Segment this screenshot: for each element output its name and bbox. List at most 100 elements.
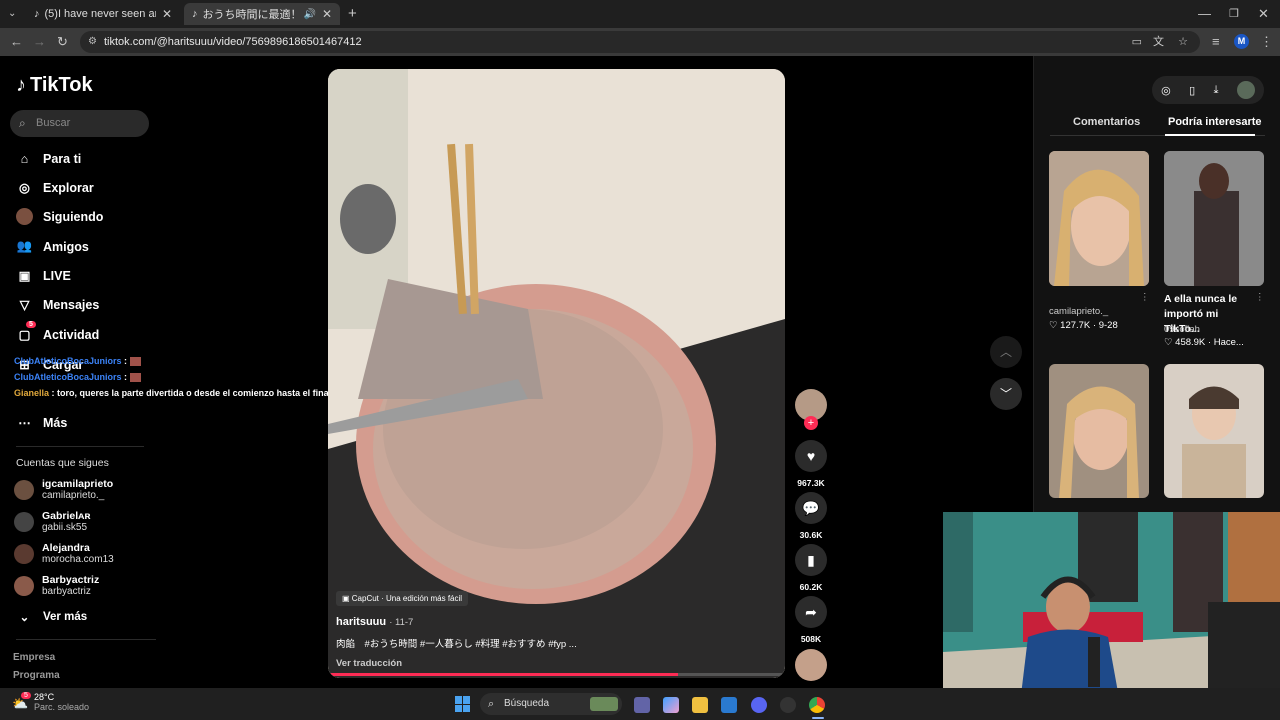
followed-account[interactable]: Gabrielᴀʀ gabii.sk55 [14,510,91,533]
nav-siguiendo[interactable]: Siguiendo [16,208,103,225]
cast-icon[interactable]: ▭ [1132,31,1142,53]
site-info-icon[interactable]: ⚙ [88,31,97,53]
nav-para-ti[interactable]: ⌂ Para ti [16,150,82,167]
avatar [14,511,34,532]
next-video-button[interactable]: ﹀ [990,378,1022,410]
chrome-icon[interactable] [809,697,825,713]
address-bar[interactable]: ⚙ tiktok.com/@haritsuuu/video/7569896186… [80,31,1200,53]
search-input[interactable]: ⌕ Buscar [10,110,149,137]
search-highlight-icon [590,697,618,711]
browser-tab-bar: ⌄ ♪ (5)I have never seen anything li ✕ ♪… [0,0,1280,28]
reload-icon[interactable]: ↻ [57,32,68,52]
following-icon [16,208,33,225]
active-tab-indicator [1165,134,1255,136]
nav-label: Mensajes [43,297,100,312]
avatar[interactable] [1236,81,1255,99]
share-icon: ➦ [795,596,827,628]
footer-link[interactable]: Programa [13,670,60,681]
nav-live[interactable]: ▣ LIVE [16,267,71,284]
card-likes: 127.7K [1060,320,1091,331]
chat-sep: : [124,372,128,382]
forward-icon[interactable]: → [33,32,46,52]
nav-explorar[interactable]: ◎ Explorar [16,179,94,196]
avatar [14,479,34,500]
taskbar-search[interactable]: ⌕ Búsqueda [480,693,622,715]
discord-icon[interactable] [751,697,767,713]
nav-amigos[interactable]: 👥 Amigos [16,238,89,255]
nav-mas[interactable]: ⋯ Más [16,414,67,431]
video-caption: 肉餡 #おうち時間 #一人暮らし #料理 #おすすめ #fyp ... [336,639,577,650]
bookmark-star-icon[interactable]: ☆ [1178,31,1188,53]
maximize-icon[interactable]: ❐ [1229,4,1239,24]
nav-label: Actividad [43,327,100,342]
video-thumbnail[interactable] [1049,364,1149,498]
download-icon[interactable]: ⤓ [1214,84,1219,97]
tab-recommended[interactable]: Podría interesarte [1168,116,1262,128]
followed-account[interactable]: Alejandra morocha.com13 [14,542,114,565]
tab-tiktok[interactable]: ♪ おうち時間に最適！肉団子鍋 🔊 ✕ [184,3,340,25]
avatar [14,575,34,596]
file-explorer-icon[interactable] [692,697,708,713]
tab-title: おうち時間に最適！肉団子鍋 [202,9,301,21]
prev-video-button[interactable]: ︿ [990,336,1022,368]
video-thumbnail[interactable] [1164,364,1264,498]
speaker-icon[interactable]: 🔊 [303,9,315,20]
chat-user: ClubAtleticoBocaJuniors [14,372,122,382]
start-button[interactable] [455,696,471,712]
new-tab-button[interactable]: + [348,4,357,24]
close-window-icon[interactable]: ✕ [1258,4,1269,24]
phone-icon[interactable]: ▯ [1189,84,1195,97]
store-icon[interactable] [721,697,737,713]
minimize-icon[interactable]: — [1198,4,1211,24]
follow-plus-icon[interactable]: + [804,416,818,430]
friends-icon: 👥 [16,239,33,253]
back-icon[interactable]: ← [10,32,23,52]
app-icon[interactable] [780,697,796,713]
card-author[interactable]: 09sofiah [1164,324,1200,335]
like-button[interactable]: ♥ 967.3K [795,440,827,488]
nav-mensajes[interactable]: ▽ Mensajes [16,296,100,313]
thumbnail-image [1164,364,1264,498]
share-button[interactable]: ➦ 508K [795,596,827,644]
card-more-icon[interactable]: ⋮ [1140,292,1150,303]
see-more-button[interactable]: ⌄ Ver más [16,608,87,625]
teams-icon[interactable] [634,697,650,713]
card-more-icon[interactable]: ⋮ [1255,292,1265,303]
browser-menu-icon[interactable]: ⋮ [1260,32,1273,52]
tab-search-icon[interactable]: ⌄ [8,4,16,24]
copilot-icon[interactable] [663,697,679,713]
nav-label: Para ti [43,151,82,166]
followed-account[interactable]: igcamilaprieto camilaprieto._ [14,478,113,501]
account-handle: camilaprieto._ [42,490,105,501]
weather-widget[interactable]: ⛅ 5 28°C Parc. soleado [12,692,89,712]
comment-button[interactable]: 💬 30.6K [795,492,827,540]
card-author[interactable]: camilaprieto._ [1049,306,1108,317]
footer-link[interactable]: Empresa [13,652,55,663]
translate-link[interactable]: Ver traducción [336,658,577,669]
nav-label: Siguiendo [43,209,104,224]
explore-icon[interactable]: ◎ [1161,84,1171,97]
nav-actividad[interactable]: ▢ 5 Actividad [16,321,100,343]
bookmark-icon: ▮ [795,544,827,576]
translate-icon[interactable]: 文 [1153,31,1164,53]
video-thumbnail[interactable] [1049,151,1149,286]
reading-list-icon[interactable]: ≡ [1212,32,1220,52]
followed-account[interactable]: Barbyactriz barbyactriz [14,574,99,597]
comment-icon: 💬 [795,492,827,524]
chat-message: ClubAtleticoBocaJuniors : [14,372,141,383]
tab-youtube[interactable]: ♪ (5)I have never seen anything li ✕ [26,3,180,25]
chat-message: ClubAtleticoBocaJuniors : [14,356,141,367]
save-button[interactable]: ▮ 60.2K [795,544,827,592]
author-avatar-button[interactable]: + [795,389,827,430]
video-info: ▣ CapCut · Una edición más fácil haritsu… [336,588,577,669]
video-player[interactable] [328,69,785,678]
author-link[interactable]: haritsuuu [336,616,386,628]
close-tab-icon[interactable]: ✕ [322,7,332,21]
tab-comments[interactable]: Comentarios [1073,116,1140,128]
tiktok-logo[interactable]: ♪ TikTok [16,74,93,97]
profile-avatar[interactable]: M [1234,34,1249,49]
close-tab-icon[interactable]: ✕ [162,7,172,21]
video-thumbnail[interactable] [1164,151,1264,286]
music-disc-button[interactable] [795,649,827,681]
capcut-badge[interactable]: ▣ CapCut · Una edición más fácil [336,591,469,606]
